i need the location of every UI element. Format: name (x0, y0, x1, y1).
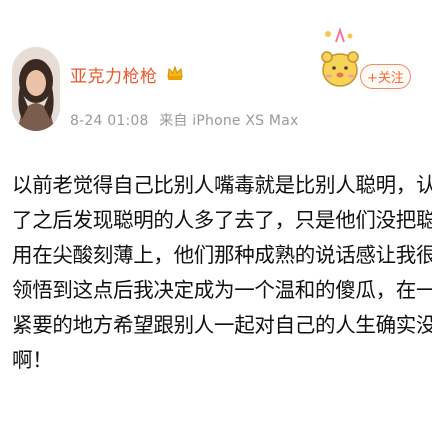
content-line: 啊！ (12, 348, 53, 372)
avatar[interactable] (12, 47, 60, 131)
vip-crown-icon (166, 64, 184, 82)
follow-area: +关注 (316, 26, 416, 102)
content-line: 了之后发现聪明的人多了去了，只是他们没把聪明劲儿 (12, 208, 432, 232)
content-line: 领悟到这点后我决定成为一个温和的傻瓜，在一些无关 (12, 278, 432, 302)
weibo-post-card: 亚克力枪枪 8-24 01:08 来自 iPhone XS Max +关注 以前… (0, 0, 438, 438)
content-line: 以前老觉得自己比别人嘴毒就是比别人聪明，认识人多 (12, 173, 432, 197)
content-line: 用在尖酸刻薄上，他们那种成熟的说话感让我很自卑。 (12, 243, 432, 267)
avatar-portrait-icon (12, 47, 60, 131)
post-meta: 8-24 01:08 来自 iPhone XS Max (70, 110, 304, 130)
author-name[interactable]: 亚克力枪枪 (70, 62, 158, 87)
post-time: 8-24 01:08 (70, 113, 149, 129)
post-source[interactable]: 来自 iPhone XS Max (159, 113, 298, 129)
follow-button[interactable]: +关注 (360, 64, 411, 89)
post-content: 以前老觉得自己比别人嘴毒就是比别人聪明，认识人多 了之后发现聪明的人多了去了，只… (12, 168, 432, 378)
content-line: 紧要的地方希望跟别人一起对自己的人生确实没啥好处 (12, 313, 432, 337)
